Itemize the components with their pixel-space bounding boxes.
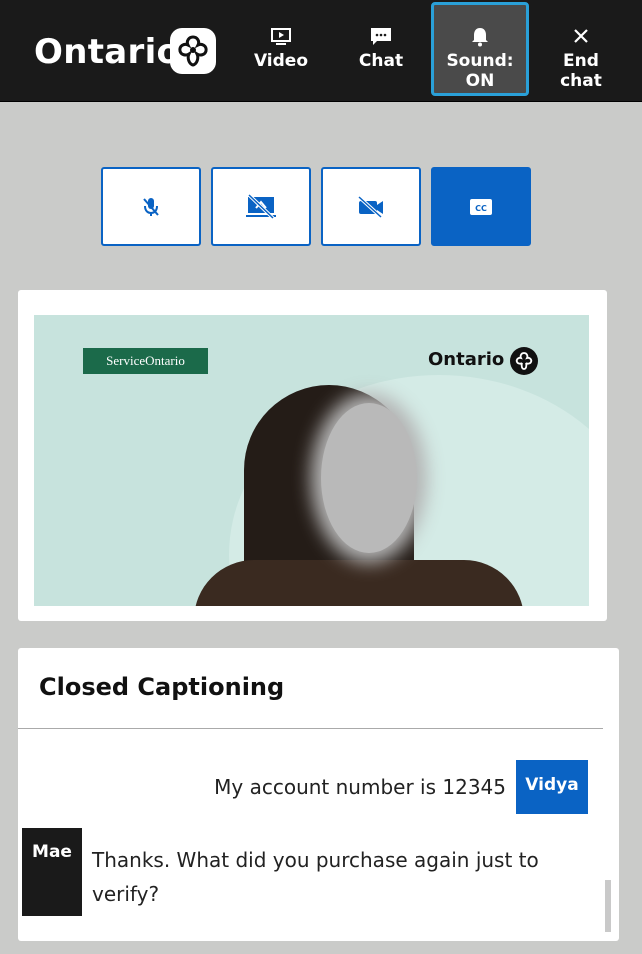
sound-label-line1: Sound: — [446, 51, 514, 71]
bell-icon — [469, 27, 491, 47]
closed-captioning-panel: Closed Captioning My account number is 1… — [18, 648, 619, 941]
caption-message: My account number is 12345 — [214, 775, 506, 799]
video-nav-button[interactable]: Video — [232, 0, 330, 101]
screen-share-off-icon — [246, 193, 276, 219]
agent-video-feed: ServiceOntario Ontario — [34, 315, 589, 606]
microphone-muted-icon — [143, 197, 159, 216]
mute-microphone-button[interactable] — [101, 167, 201, 246]
sound-toggle-button[interactable]: Sound: ON — [431, 2, 529, 96]
caption-scrollbar[interactable] — [605, 880, 611, 932]
ontario-logo-text: Ontario — [34, 32, 181, 72]
caption-divider — [18, 728, 603, 729]
end-chat-label-line2: chat — [560, 71, 602, 91]
speaker-tag-mae: Mae — [22, 828, 82, 916]
svg-text:CC: CC — [475, 204, 487, 213]
serviceontario-badge: ServiceOntario — [83, 348, 208, 374]
speaker-tag-vidya: Vidya — [516, 760, 588, 814]
closed-caption-button[interactable]: CC — [431, 167, 531, 246]
caption-message: Thanks. What did you purchase again just… — [92, 848, 539, 906]
chat-nav-button[interactable]: Chat — [332, 0, 430, 101]
closed-caption-icon: CC — [470, 198, 492, 215]
top-bar: Ontario Video Chat Sound: ON End chat — [0, 0, 642, 102]
video-icon — [270, 27, 292, 47]
video-nav-label: Video — [253, 51, 309, 71]
video-ontario-watermark: Ontario — [428, 349, 505, 370]
camera-off-icon — [357, 195, 383, 218]
camera-toggle-button[interactable] — [321, 167, 421, 246]
chat-nav-label: Chat — [358, 51, 404, 71]
video-trillium-logo-icon — [510, 347, 538, 375]
sound-label-line2: ON — [465, 71, 495, 91]
agent-face-blurred — [321, 403, 417, 553]
screen-share-button[interactable] — [211, 167, 311, 246]
end-chat-label-line1: End — [563, 51, 599, 71]
chat-bubble-icon — [370, 27, 392, 47]
agent-shoulders — [194, 560, 524, 606]
close-icon — [570, 27, 592, 47]
closed-captioning-title: Closed Captioning — [39, 673, 285, 701]
end-chat-button[interactable]: End chat — [532, 0, 630, 101]
video-panel: ServiceOntario Ontario — [18, 290, 607, 621]
ontario-trillium-logo-icon — [170, 28, 216, 74]
